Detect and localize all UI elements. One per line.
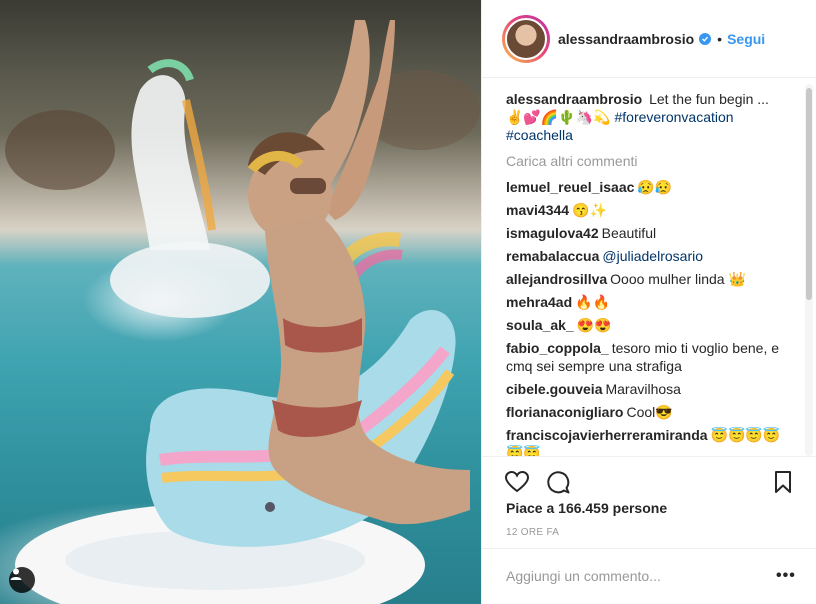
comment-text: Beautiful	[601, 225, 657, 241]
user-tag-icon	[10, 568, 22, 580]
comment-text: Maravilhosa	[605, 381, 681, 397]
comment-text: 😍😍	[576, 317, 612, 333]
comment-input[interactable]	[506, 565, 756, 587]
hashtag-link[interactable]: #foreveronvacation	[614, 109, 733, 125]
comment-username[interactable]: ismagulova42	[506, 225, 599, 241]
save-button[interactable]	[770, 469, 796, 495]
caption: alessandraambrosio Let the fun begin ...…	[506, 90, 796, 144]
comment-button[interactable]	[545, 469, 571, 495]
comment-text: Oooo mulher linda 👑	[610, 271, 746, 287]
follow-button[interactable]: Segui	[727, 31, 765, 47]
comment-item: cibele.gouveia Maravilhosa	[506, 380, 796, 398]
comment-username[interactable]: cibele.gouveia	[506, 381, 602, 397]
post-side-panel: alessandraambrosio • Segui alessandraamb…	[481, 0, 816, 604]
comment-item: allejandrosillva Oooo mulher linda 👑	[506, 270, 796, 288]
avatar-image	[505, 17, 547, 60]
scrollbar-thumb[interactable]	[806, 88, 812, 300]
comment-item: fabio_coppola_ tesoro mio ti voglio bene,…	[506, 339, 796, 375]
load-more-comments[interactable]: Carica altri commenti	[506, 152, 796, 170]
comment-icon	[547, 471, 570, 494]
comment-username[interactable]: mehra4ad	[506, 294, 572, 310]
comments-scrollbar[interactable]	[805, 84, 813, 456]
like-button[interactable]	[504, 469, 530, 495]
comment-username[interactable]: allejandrosillva	[506, 271, 607, 287]
action-bar	[482, 456, 816, 504]
user-tag-button[interactable]	[9, 567, 35, 593]
post-header: alessandraambrosio • Segui	[482, 0, 816, 78]
caption-text: Let the fun begin ...	[649, 91, 769, 107]
comment-item: ismagulova42 Beautiful	[506, 224, 796, 242]
comment-item: franciscojavierherreramiranda 😇😇😇😇😇😇	[506, 426, 796, 456]
comment-text: Cool😎	[626, 404, 673, 420]
author-username[interactable]: alessandraambrosio	[558, 31, 694, 47]
comment-text: 😙✨	[572, 202, 607, 218]
comment-item: mehra4ad 🔥🔥	[506, 293, 796, 311]
comment-username[interactable]: lemuel_reuel_isaac	[506, 179, 634, 195]
comment-item: remabalaccua @juliadelrosario	[506, 247, 796, 265]
comment-username[interactable]: florianaconigliaro	[506, 404, 623, 420]
bookmark-icon	[775, 471, 791, 493]
comment-item: mavi4344 😙✨	[506, 201, 796, 219]
comment-username[interactable]: soula_ak_	[506, 317, 574, 333]
photo-illustration	[5, 20, 480, 604]
comment-username[interactable]: mavi4344	[506, 202, 569, 218]
more-options-button[interactable]: •••	[776, 567, 796, 585]
header-separator: •	[717, 30, 723, 47]
hashtag-link[interactable]: #coachella	[506, 127, 573, 143]
comment-username[interactable]: fabio_coppola_	[506, 340, 609, 356]
post-photo[interactable]	[0, 0, 481, 604]
comment-text: 😥😥	[637, 179, 673, 195]
heart-icon	[504, 470, 530, 493]
comment-username[interactable]: franciscojavierherreramiranda	[506, 427, 708, 443]
avatar[interactable]	[502, 14, 550, 63]
comments-list[interactable]: alessandraambrosio Let the fun begin ...…	[506, 90, 796, 456]
comment-item: soula_ak_ 😍😍	[506, 316, 796, 334]
comment-item: lemuel_reuel_isaac 😥😥	[506, 178, 796, 196]
comment-item: florianaconigliaro Cool😎	[506, 403, 796, 421]
likes-count[interactable]: Piace a 166.459 persone	[506, 500, 667, 516]
caption-author[interactable]: alessandraambrosio	[506, 91, 642, 107]
verified-icon	[699, 32, 712, 45]
post-timestamp[interactable]: 12 ORE FA	[506, 527, 559, 538]
comment-username[interactable]: remabalaccua	[506, 248, 599, 264]
add-comment-bar: •••	[482, 548, 816, 604]
caption-emojis: ✌️💕🌈🌵🦄💫	[506, 109, 611, 125]
comment-text: 🔥🔥	[575, 294, 611, 310]
comment-mention[interactable]: @juliadelrosario	[602, 248, 703, 264]
